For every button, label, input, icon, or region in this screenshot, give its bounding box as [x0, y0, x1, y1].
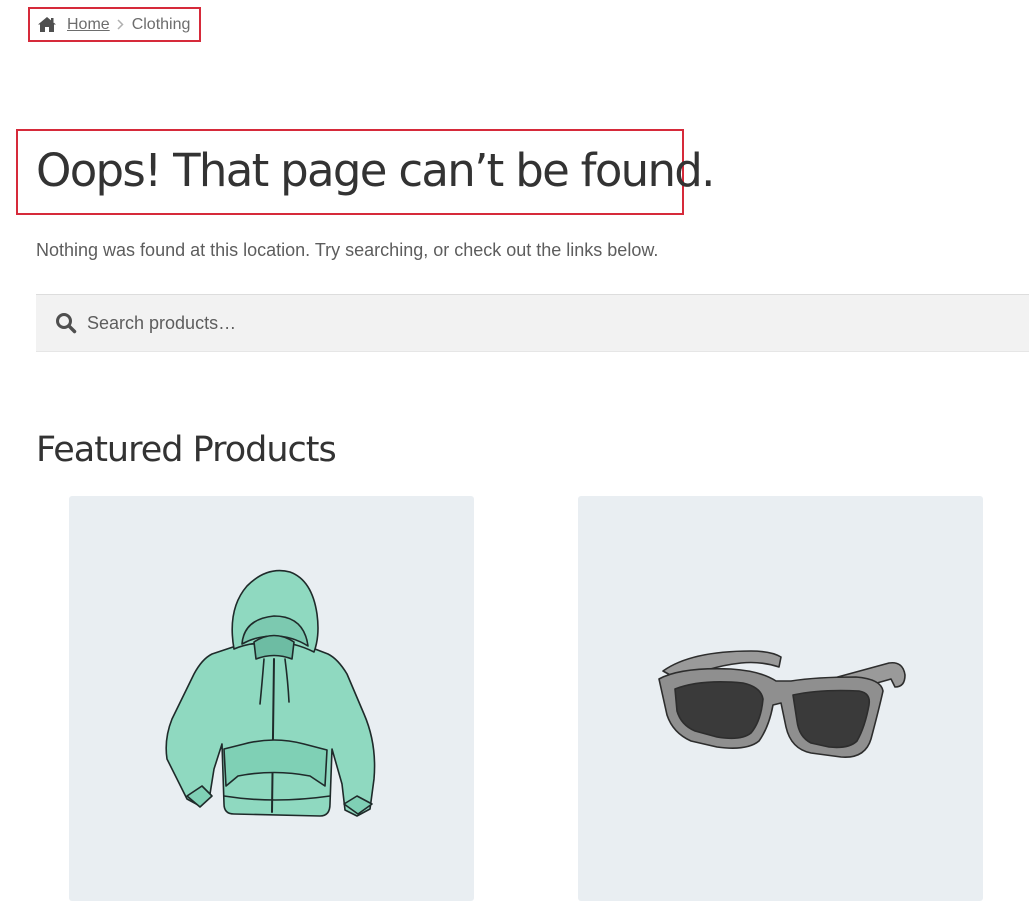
page-title-container: Oops! That page can’t be found.: [16, 129, 715, 215]
page-description: Nothing was found at this location. Try …: [36, 240, 659, 260]
page: Home Clothing Oops! That page can’t be f…: [0, 0, 1029, 915]
sunglasses-image[interactable]: [651, 629, 911, 769]
home-icon[interactable]: [37, 16, 57, 34]
search-input[interactable]: [87, 303, 887, 343]
search-icon: [55, 312, 77, 334]
breadcrumb: Home Clothing: [28, 7, 201, 42]
product-search-form: [36, 294, 1029, 352]
hoodie-image[interactable]: [142, 564, 402, 834]
breadcrumb-current: Clothing: [131, 15, 191, 33]
product-card-hoodie[interactable]: [69, 496, 474, 901]
breadcrumb-home-link[interactable]: Home: [67, 16, 110, 34]
chevron-right-icon: [117, 19, 125, 31]
page-title: Oops! That page can’t be found.: [36, 144, 715, 197]
featured-products-heading: Featured Products: [36, 430, 337, 470]
product-card-sunglasses[interactable]: [578, 496, 983, 901]
